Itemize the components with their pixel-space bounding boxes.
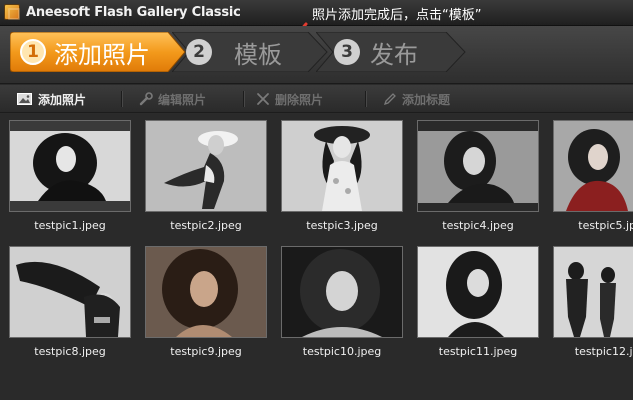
photo-image (417, 246, 539, 338)
step-templates[interactable]: 2 模板 (172, 32, 328, 72)
add-photo-label: 添加照片 (38, 92, 87, 107)
toolbar-divider (365, 91, 366, 107)
photo-image (553, 120, 633, 212)
delete-x-icon (257, 93, 269, 105)
photo-image (553, 246, 633, 338)
photo-thumbnail[interactable]: testpic5.jpeg (553, 120, 633, 232)
photo-filename: testpic2.jpeg (170, 219, 242, 232)
step-label: 模板 (234, 40, 282, 69)
photo-filename: testpic9.jpeg (170, 345, 242, 358)
photo-filename: testpic3.jpeg (306, 219, 378, 232)
step-number: 2 (186, 39, 212, 65)
add-photo-button[interactable]: 添加照片 (17, 91, 86, 107)
wrench-icon (139, 92, 153, 106)
toolbar-divider (121, 91, 122, 107)
photo-thumbnail[interactable]: testpic10.jpeg (281, 246, 403, 358)
toolbar-divider (243, 91, 244, 107)
image-add-icon (17, 93, 32, 105)
step-label: 发布 (370, 40, 418, 69)
photo-thumbnail[interactable]: testpic4.jpeg (417, 120, 539, 232)
step-add-photos[interactable]: 1 添加照片 (10, 32, 186, 72)
photo-filename: testpic4.jpeg (442, 219, 514, 232)
photo-image (9, 120, 131, 212)
photo-thumbnail[interactable]: testpic3.jpeg (281, 120, 403, 232)
photo-filename: testpic1.jpeg (34, 219, 106, 232)
add-caption-label: 添加标题 (402, 92, 451, 107)
photo-filename: testpic5.jpeg (578, 219, 633, 232)
photo-thumbnail[interactable]: testpic11.jpeg (417, 246, 539, 358)
photo-image (9, 246, 131, 338)
photo-image (417, 120, 539, 212)
step-wizard: 1 添加照片 2 模板 3 发布 (0, 26, 633, 84)
step-publish[interactable]: 3 发布 (316, 32, 466, 72)
photo-image (145, 246, 267, 338)
delete-photo-button[interactable]: 删除照片 (256, 91, 323, 107)
app-logo-icon (4, 4, 20, 20)
delete-photo-label: 删除照片 (275, 92, 324, 107)
step-number: 1 (20, 39, 46, 65)
photo-filename: testpic8.jpeg (34, 345, 106, 358)
step-number: 3 (334, 39, 360, 65)
title-bar: Aneesoft Flash Gallery Classic 照片添加完成后，点… (0, 0, 633, 43)
photo-thumbnail[interactable]: testpic8.jpeg (9, 246, 131, 358)
app-title: Aneesoft Flash Gallery Classic (26, 5, 241, 20)
edit-photo-button[interactable]: 编辑照片 (139, 91, 206, 107)
photo-filename: testpic12.jpeg (574, 345, 633, 358)
photo-image (281, 246, 403, 338)
photo-image (145, 120, 267, 212)
annotation-text: 照片添加完成后，点击“模板” (312, 8, 482, 23)
edit-photo-label: 编辑照片 (158, 92, 207, 107)
photo-thumbnail[interactable]: testpic1.jpeg (9, 120, 131, 232)
photo-filename: testpic10.jpeg (302, 345, 382, 358)
photo-filename: testpic11.jpeg (438, 345, 518, 358)
photo-image (281, 120, 403, 212)
pencil-icon (383, 93, 396, 106)
toolbar: 添加照片 编辑照片 删除照片 添加标题 (0, 85, 633, 113)
photo-thumbnail[interactable]: testpic2.jpeg (145, 120, 267, 232)
add-caption-button[interactable]: 添加标题 (383, 91, 450, 107)
photo-thumbnail[interactable]: testpic12.jpeg (553, 246, 633, 358)
step-label: 添加照片 (54, 40, 150, 69)
photo-gallery: testpic1.jpeg testpic2.jpeg testpic3.jpe… (0, 114, 633, 400)
photo-thumbnail[interactable]: testpic9.jpeg (145, 246, 267, 358)
